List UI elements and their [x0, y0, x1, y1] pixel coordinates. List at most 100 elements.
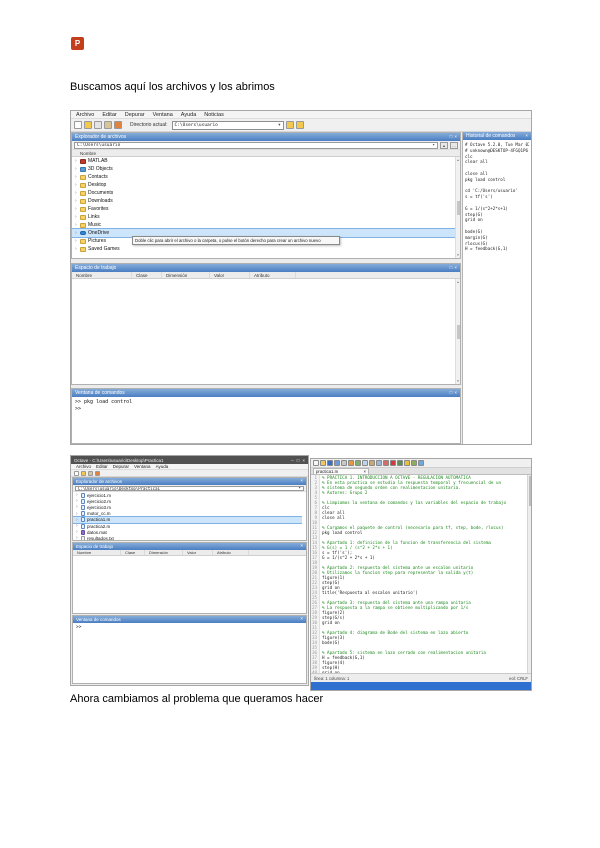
file-tree-item[interactable]: resultados.txt — [73, 535, 302, 540]
scroll-down-icon[interactable]: ▾ — [457, 253, 459, 257]
expand-icon[interactable] — [76, 529, 79, 535]
title-bar[interactable]: Octave - C:\Users\usuario\Desktop\Practi… — [71, 456, 308, 464]
new-script-icon[interactable] — [313, 460, 319, 466]
expand-icon[interactable] — [76, 517, 79, 523]
menu-item[interactable]: Ventana — [134, 464, 151, 469]
close-icon[interactable]: × — [454, 391, 457, 396]
copy-icon[interactable] — [362, 460, 368, 466]
find-icon[interactable] — [376, 460, 382, 466]
undock-icon[interactable]: □ — [450, 266, 453, 271]
expand-icon[interactable] — [76, 492, 79, 498]
command-window-output[interactable]: >> — [73, 623, 306, 683]
column-header[interactable]: Dimensión — [162, 272, 210, 278]
file-tree-item[interactable]: Downloads — [72, 197, 455, 205]
expand-icon[interactable] — [75, 230, 78, 236]
expand-icon[interactable] — [75, 238, 78, 244]
powerpoint-icon[interactable]: P — [71, 37, 84, 50]
file-browser-scrollbar[interactable]: ▴ ▾ — [455, 157, 460, 258]
close-icon[interactable]: × — [363, 469, 366, 474]
undock-icon[interactable]: □ — [450, 135, 453, 140]
close-icon[interactable]: × — [300, 544, 303, 549]
column-header[interactable]: Dimensión — [145, 550, 183, 555]
expand-icon[interactable] — [75, 166, 78, 172]
column-header[interactable]: Valor — [183, 550, 213, 555]
column-header[interactable]: Nombre — [73, 550, 121, 555]
expand-icon[interactable] — [75, 246, 78, 252]
file-tree-item[interactable]: Saved Games — [72, 245, 455, 253]
column-header[interactable]: Atributo — [250, 272, 296, 278]
expand-icon[interactable] — [75, 174, 78, 180]
column-header[interactable]: Clase — [121, 550, 145, 555]
file-tree-item[interactable]: Documents — [72, 189, 455, 197]
save-all-icon[interactable] — [334, 460, 340, 466]
command-history-list[interactable]: # Octave 5.2.0, Tue Mar 02 10:15:33 2021… — [463, 140, 531, 444]
column-header[interactable]: Nombre — [72, 272, 132, 278]
menu-item[interactable]: Depurar — [113, 464, 129, 469]
parent-folder-icon[interactable] — [296, 121, 304, 129]
browse-folder-icon[interactable] — [286, 121, 294, 129]
expand-icon[interactable] — [76, 498, 79, 504]
expand-icon[interactable] — [75, 198, 78, 204]
close-icon[interactable]: × — [454, 266, 457, 271]
open-file-icon[interactable] — [84, 121, 92, 129]
expand-icon[interactable] — [76, 535, 79, 540]
close-icon[interactable]: × — [302, 458, 305, 463]
history-entry[interactable]: # Octave 5.2.0, Tue Mar 02 10:15:33 2021 — [465, 142, 529, 148]
expand-icon[interactable] — [75, 182, 78, 188]
menu-item[interactable]: Archivo — [76, 464, 91, 469]
menu-item[interactable]: Archivo — [76, 112, 94, 118]
open-file-icon[interactable] — [81, 471, 86, 476]
undo-icon[interactable] — [348, 460, 354, 466]
close-icon[interactable]: × — [300, 617, 303, 622]
undo-icon[interactable] — [114, 121, 122, 129]
editor-scrollbar[interactable] — [527, 475, 531, 673]
close-icon[interactable]: × — [525, 134, 528, 139]
maximize-icon[interactable]: □ — [297, 458, 300, 463]
open-file-icon[interactable] — [320, 460, 326, 466]
file-tree-item[interactable]: Links — [72, 213, 455, 221]
scroll-thumb[interactable] — [457, 325, 460, 339]
menu-item[interactable]: Ayuda — [156, 464, 169, 469]
expand-icon[interactable] — [75, 190, 78, 196]
menu-item[interactable]: Depurar — [125, 112, 145, 118]
breakpoint-icon[interactable] — [390, 460, 396, 466]
scroll-down-icon[interactable]: ▾ — [457, 379, 459, 383]
menu-item[interactable]: Editar — [102, 112, 116, 118]
scroll-up-icon[interactable]: ▴ — [457, 280, 459, 284]
scroll-thumb[interactable] — [529, 476, 531, 506]
path-combo[interactable]: C:\Users\usuario ▾ — [74, 142, 438, 149]
name-column-header[interactable]: Nombre — [72, 150, 460, 157]
menu-item[interactable]: Ayuda — [181, 112, 197, 118]
file-tree-item[interactable]: Desktop — [72, 181, 455, 189]
undock-icon[interactable]: □ — [450, 391, 453, 396]
print-icon[interactable] — [341, 460, 347, 466]
bookmark-icon[interactable] — [383, 460, 389, 466]
file-tree-item[interactable]: MATLAB — [72, 157, 455, 165]
copy-icon[interactable] — [94, 121, 102, 129]
column-header[interactable]: Valor — [210, 272, 250, 278]
close-icon[interactable]: × — [300, 479, 303, 484]
expand-icon[interactable] — [75, 158, 78, 164]
run-selection-icon[interactable] — [411, 460, 417, 466]
history-entry[interactable]: H = feedback(G,1) — [465, 246, 529, 252]
new-script-icon[interactable] — [74, 121, 82, 129]
step-icon[interactable] — [397, 460, 403, 466]
file-tree-item[interactable]: Favorites — [72, 205, 455, 213]
paste-icon[interactable] — [104, 121, 112, 129]
undo-icon[interactable] — [95, 471, 100, 476]
path-combo[interactable]: C:\Users\usuario\Desktop\Practica1 ▾ — [75, 486, 304, 491]
column-header[interactable]: Clase — [132, 272, 162, 278]
command-window-output[interactable]: >> pkg load control>> — [72, 397, 460, 443]
scroll-up-icon[interactable]: ▴ — [457, 158, 459, 162]
menu-item[interactable]: Noticias — [204, 112, 224, 118]
expand-icon[interactable] — [75, 206, 78, 212]
expand-icon[interactable] — [75, 222, 78, 228]
file-tree-item[interactable]: 3D Objects — [72, 165, 455, 173]
paste-icon[interactable] — [88, 471, 93, 476]
editor-code-area[interactable]: 1 % PRACTICA 1. INTRODUCCION A OCTAVE - … — [311, 475, 527, 673]
close-icon[interactable]: × — [454, 135, 457, 140]
parent-directory-button[interactable]: ▴ — [440, 142, 448, 149]
new-script-icon[interactable] — [74, 471, 79, 476]
current-directory-combo[interactable]: C:\Users\usuario ▾ — [172, 121, 284, 130]
editor-tab[interactable]: practica1.m × — [313, 468, 369, 474]
